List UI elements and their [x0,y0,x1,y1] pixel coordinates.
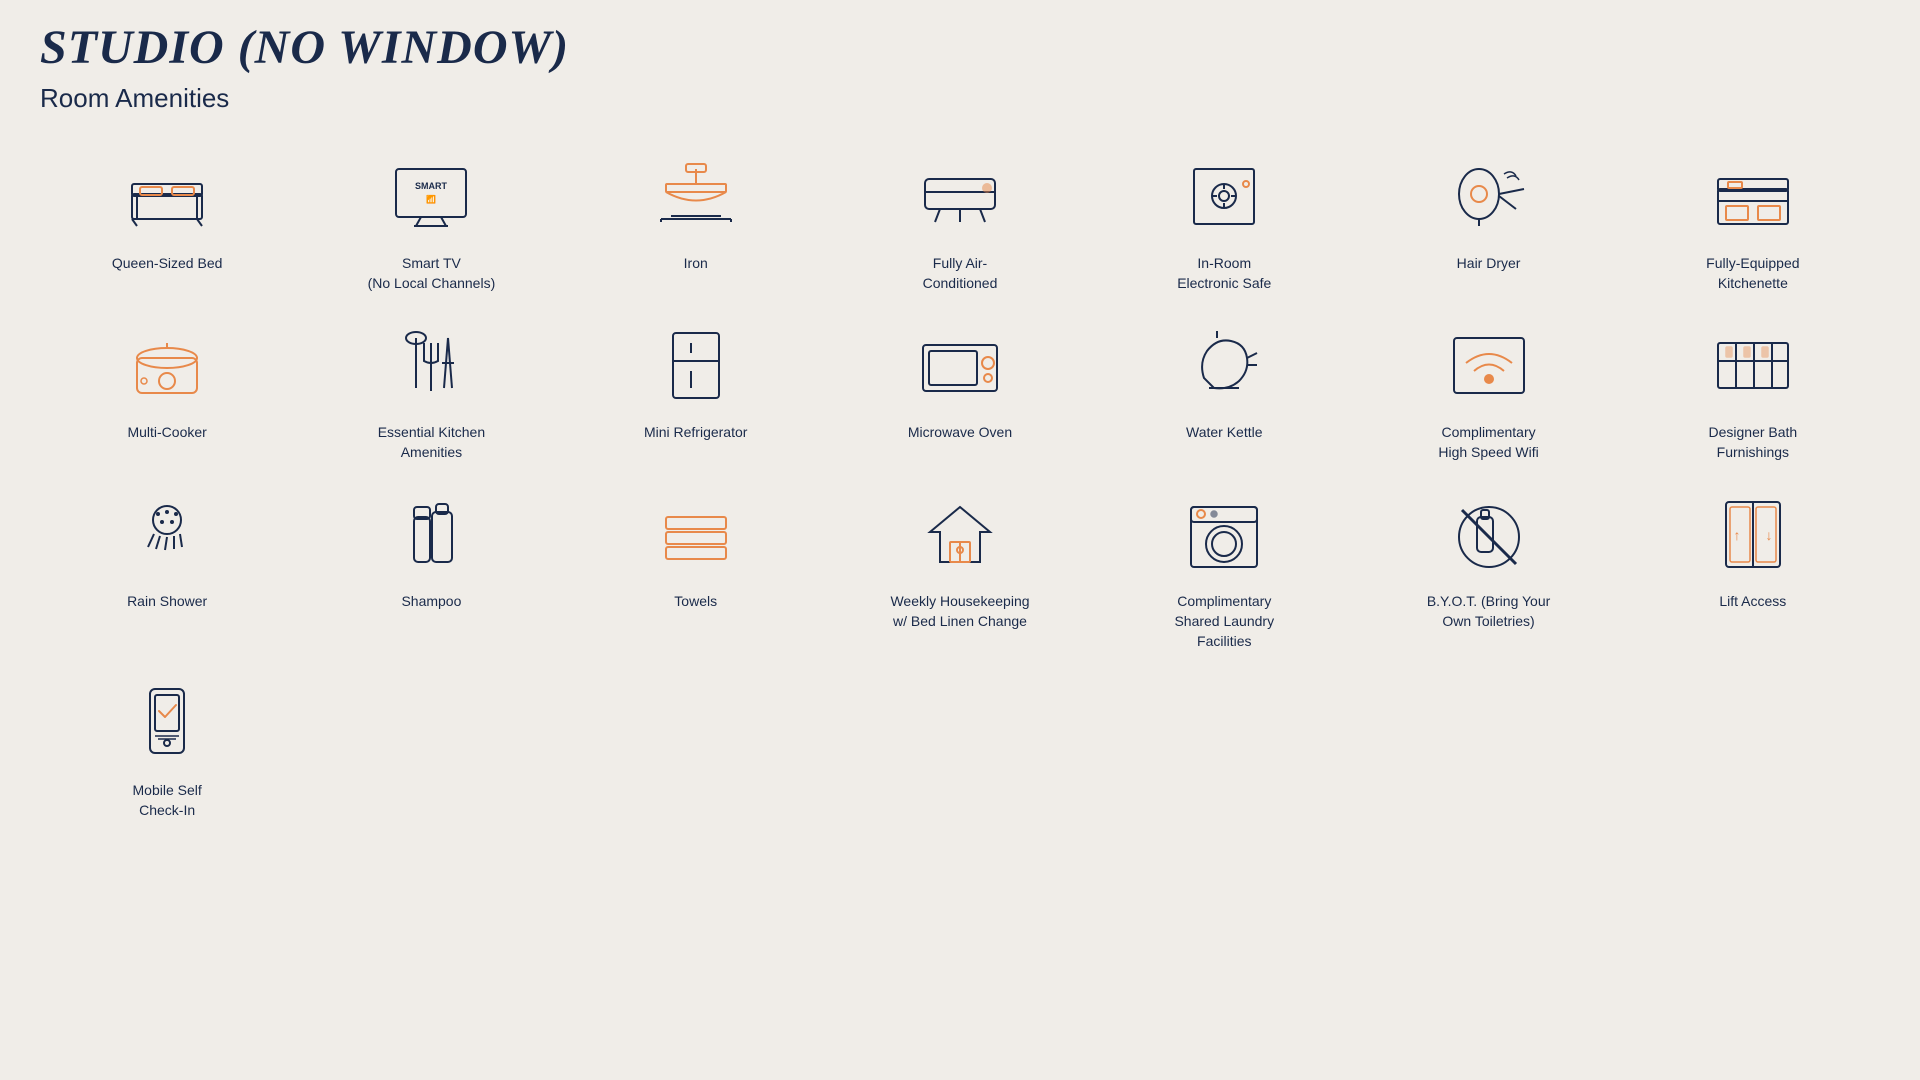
multi-cooker-label: Multi-Cooker [127,423,206,443]
smart-tv-label: Smart TV(No Local Channels) [368,254,496,293]
kitchenette-icon [1688,144,1818,244]
amenity-item-shampoo: Shampoo [304,482,558,651]
amenities-grid: Queen-Sized Bed SMART 📶 Smart TV(No Loca… [40,144,1880,820]
amenity-item-queen-bed: Queen-Sized Bed [40,144,294,293]
amenity-item-housekeeping: Weekly Housekeepingw/ Bed Linen Change [833,482,1087,651]
housekeeping-icon [895,482,1025,582]
housekeeping-label: Weekly Housekeepingw/ Bed Linen Change [890,592,1029,631]
byot-label: B.Y.O.T. (Bring YourOwn Toiletries) [1427,592,1550,631]
amenity-item-kitchen-amenities: Essential KitchenAmenities [304,313,558,462]
air-conditioned-label: Fully Air-Conditioned [923,254,998,293]
svg-text:↓: ↓ [1765,527,1772,543]
svg-text:SMART: SMART [415,181,447,191]
towels-icon [631,482,761,582]
laundry-label: ComplimentaryShared LaundryFacilities [1174,592,1274,651]
wifi-icon [1424,313,1554,413]
amenity-item-rain-shower: Rain Shower [40,482,294,651]
lift-label: Lift Access [1719,592,1786,612]
iron-label: Iron [684,254,708,274]
iron-icon [631,144,761,244]
checkin-icon [102,671,232,771]
water-kettle-icon [1159,313,1289,413]
hair-dryer-label: Hair Dryer [1457,254,1521,274]
smart-tv-icon: SMART 📶 [366,144,496,244]
safe-icon [1159,144,1289,244]
svg-text:📶: 📶 [426,194,436,204]
kitchenette-label: Fully-EquippedKitchenette [1706,254,1799,293]
air-conditioned-icon [895,144,1025,244]
amenity-item-microwave: Microwave Oven [833,313,1087,462]
amenity-item-byot: B.Y.O.T. (Bring YourOwn Toiletries) [1361,482,1615,651]
amenity-item-checkin: Mobile SelfCheck-In [40,671,294,820]
rain-shower-label: Rain Shower [127,592,207,612]
microwave-label: Microwave Oven [908,423,1012,443]
kitchen-amenities-icon [366,313,496,413]
laundry-icon [1159,482,1289,582]
amenity-item-water-kettle: Water Kettle [1097,313,1351,462]
rain-shower-icon [102,482,232,582]
safe-label: In-RoomElectronic Safe [1177,254,1271,293]
mini-fridge-icon [631,313,761,413]
shampoo-icon [366,482,496,582]
water-kettle-label: Water Kettle [1186,423,1263,443]
byot-icon [1424,482,1554,582]
amenity-item-wifi: ComplimentaryHigh Speed Wifi [1361,313,1615,462]
shampoo-label: Shampoo [401,592,461,612]
amenity-item-multi-cooker: Multi-Cooker [40,313,294,462]
amenity-item-safe: In-RoomElectronic Safe [1097,144,1351,293]
bath-icon [1688,313,1818,413]
bath-label: Designer BathFurnishings [1708,423,1797,462]
amenity-item-kitchenette: Fully-EquippedKitchenette [1626,144,1880,293]
lift-icon: ↑ ↓ [1688,482,1818,582]
amenity-item-air-conditioned: Fully Air-Conditioned [833,144,1087,293]
amenity-item-bath: Designer BathFurnishings [1626,313,1880,462]
kitchen-amenities-label: Essential KitchenAmenities [378,423,485,462]
page-title: STUDIO (NO WINDOW) [40,20,1880,75]
multi-cooker-icon [102,313,232,413]
svg-text:↑: ↑ [1733,527,1740,543]
queen-bed-label: Queen-Sized Bed [112,254,223,274]
wifi-label: ComplimentaryHigh Speed Wifi [1438,423,1538,462]
amenity-item-hair-dryer: Hair Dryer [1361,144,1615,293]
amenity-item-mini-fridge: Mini Refrigerator [569,313,823,462]
amenity-item-smart-tv: SMART 📶 Smart TV(No Local Channels) [304,144,558,293]
amenity-item-laundry: ComplimentaryShared LaundryFacilities [1097,482,1351,651]
amenity-item-towels: Towels [569,482,823,651]
mini-fridge-label: Mini Refrigerator [644,423,747,443]
amenity-item-lift: ↑ ↓ Lift Access [1626,482,1880,651]
amenity-item-iron: Iron [569,144,823,293]
hair-dryer-icon [1424,144,1554,244]
microwave-icon [895,313,1025,413]
page-subtitle: Room Amenities [40,83,1880,114]
towels-label: Towels [674,592,717,612]
checkin-label: Mobile SelfCheck-In [133,781,202,820]
queen-bed-icon [102,144,232,244]
